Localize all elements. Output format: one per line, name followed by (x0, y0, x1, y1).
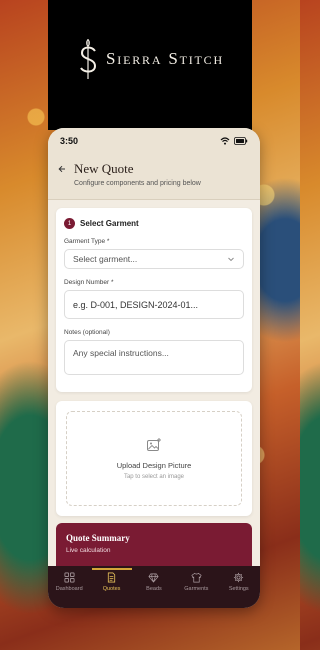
page-subtitle: Configure components and pricing below (74, 180, 201, 187)
form-content: 1 Select Garment Garment Type * Select g… (48, 200, 260, 516)
wifi-icon (220, 137, 230, 145)
section-header: 1 Select Garment (64, 218, 244, 229)
tab-beads[interactable]: Beads (134, 568, 174, 592)
brand-name: Sierra Stitch (106, 49, 224, 68)
section-title: Select Garment (80, 219, 139, 228)
arrow-left-icon (58, 165, 65, 173)
needle-s-logo-icon (80, 39, 97, 79)
app-screen: 3:50 New Quote Configure components and … (48, 128, 260, 608)
gear-icon (234, 572, 244, 583)
tab-dashboard[interactable]: Dashboard (49, 568, 89, 592)
tab-label: Quotes (102, 586, 121, 592)
quote-summary-card: Quote Summary Live calculation (56, 523, 252, 570)
tab-label: Garments (184, 586, 209, 592)
upload-dropzone[interactable]: Upload Design Picture Tap to select an i… (66, 411, 242, 506)
status-icons (220, 137, 248, 145)
page-header: New Quote Configure components and prici… (48, 154, 260, 200)
chevron-down-icon (228, 257, 234, 262)
bottom-tab-bar: Dashboard Quotes Beads Garments Settings (48, 566, 260, 608)
notes-label: Notes (optional) (64, 329, 110, 336)
upload-card: Upload Design Picture Tap to select an i… (56, 401, 252, 516)
garment-type-label: Garment Type * (64, 238, 110, 245)
diamond-icon (148, 573, 160, 583)
tab-settings[interactable]: Settings (219, 568, 259, 592)
notes-field[interactable] (64, 340, 244, 375)
header-text: New Quote Configure components and prici… (74, 158, 201, 187)
tab-quotes[interactable]: Quotes (91, 568, 132, 592)
document-icon (107, 572, 116, 583)
status-time: 3:50 (60, 136, 79, 146)
design-number-label: Design Number * (64, 279, 114, 286)
summary-title: Quote Summary (66, 533, 130, 543)
brand-header: Sierra Stitch (48, 0, 252, 130)
tab-label: Beads (146, 586, 162, 592)
tab-label: Settings (228, 586, 249, 592)
garment-type-value: Select garment... (73, 254, 138, 264)
page-title: New Quote (74, 161, 134, 176)
tab-garments[interactable]: Garments (176, 568, 216, 592)
shirt-icon (191, 572, 202, 583)
upload-label: Upload Design Picture (116, 461, 192, 470)
status-bar: 3:50 (48, 128, 260, 154)
design-number-input[interactable] (64, 290, 244, 319)
tab-label: Dashboard (55, 586, 83, 592)
brand-mark: Sierra Stitch (76, 37, 224, 81)
back-button[interactable] (58, 158, 66, 187)
step-badge: 1 (64, 218, 75, 229)
battery-icon (234, 137, 248, 145)
add-image-icon (147, 438, 161, 451)
grid-icon (64, 572, 75, 583)
garment-type-select[interactable]: Select garment... (64, 249, 244, 269)
upload-hint: Tap to select an image (123, 474, 185, 480)
garment-card: 1 Select Garment Garment Type * Select g… (56, 208, 252, 392)
summary-subtitle: Live calculation (66, 547, 111, 554)
